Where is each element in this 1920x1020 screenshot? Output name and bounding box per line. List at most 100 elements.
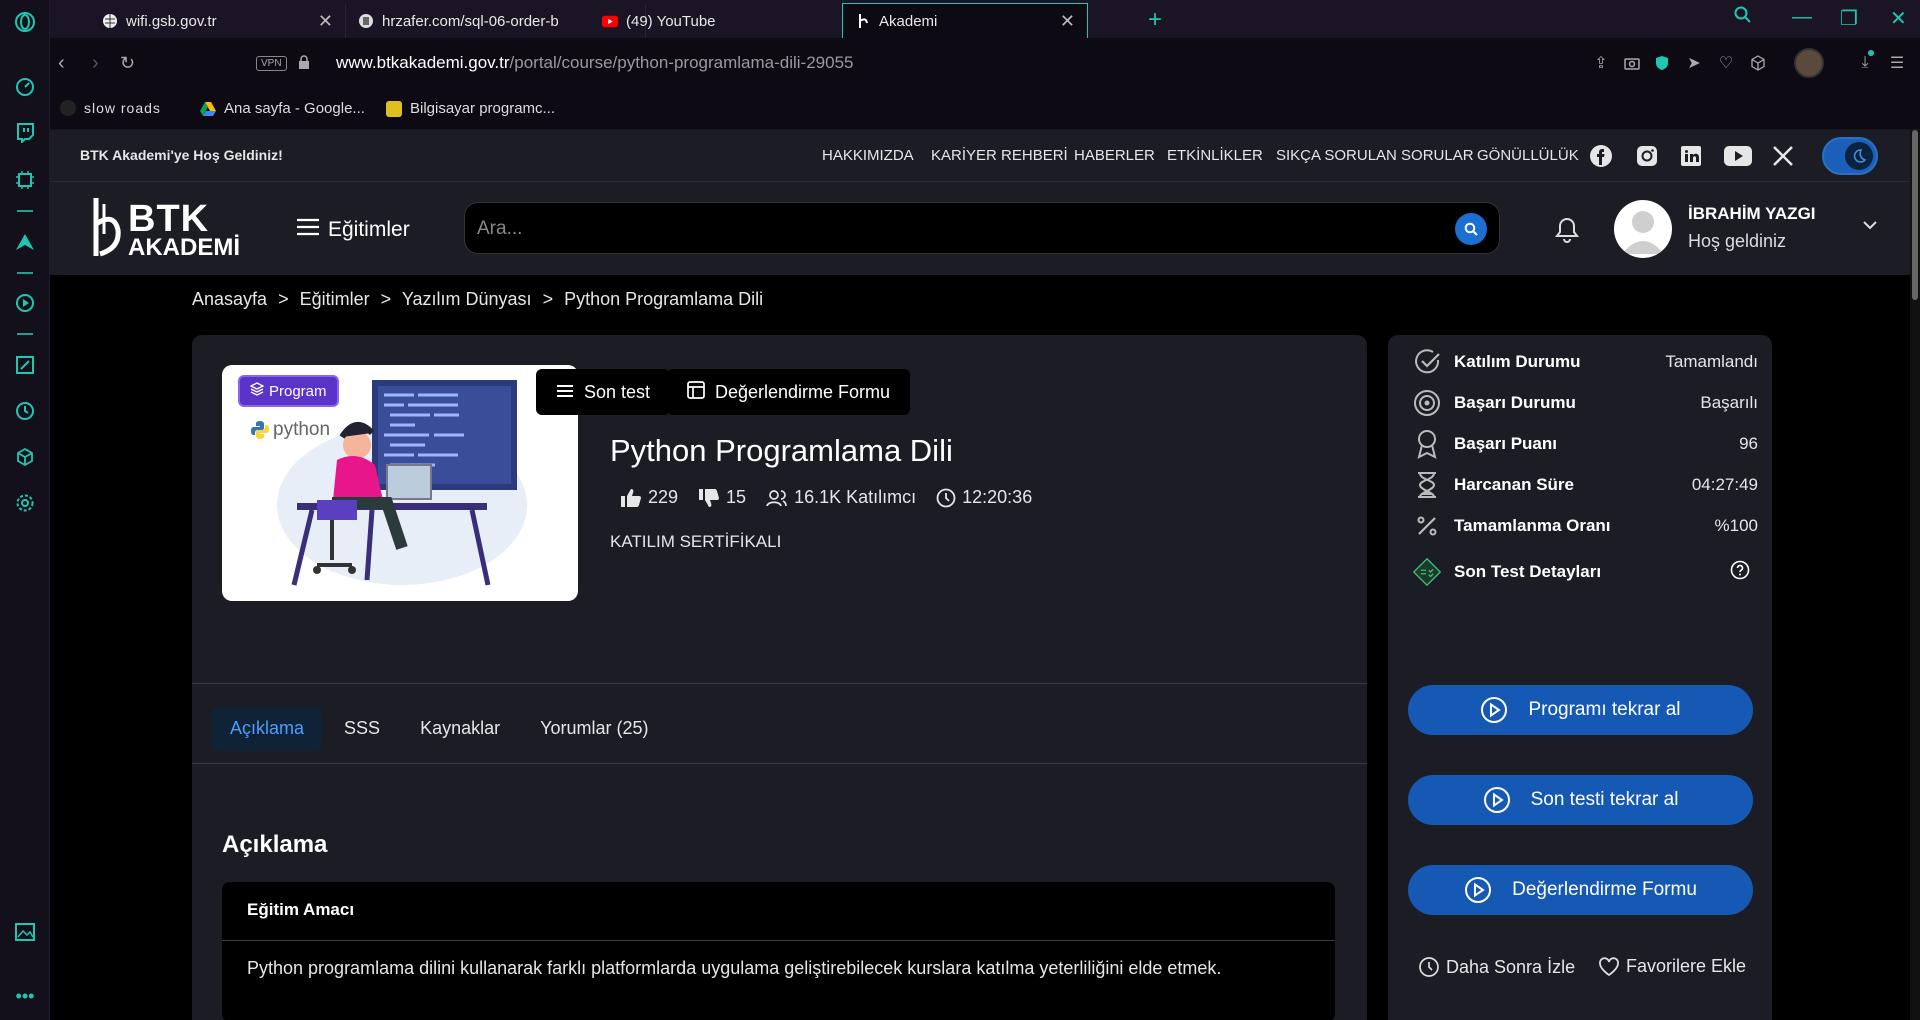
linkedin-icon[interactable]	[1678, 143, 1704, 169]
minimize-icon[interactable]: —	[1792, 6, 1812, 29]
share-icon[interactable]: ⇪	[1590, 52, 1612, 74]
facebook-icon[interactable]	[1588, 143, 1614, 169]
instagram-icon[interactable]	[1634, 143, 1660, 169]
youtube-social-icon[interactable]	[1723, 143, 1753, 169]
url-field[interactable]: www.btkakademi.gov.tr/portal/course/pyth…	[336, 53, 853, 73]
bookmark-label: Bilgisayar programc...	[410, 100, 556, 117]
retake-test-button[interactable]: Son testi tekrar al	[1408, 775, 1753, 825]
education-menu[interactable]: Eğitimler	[296, 218, 410, 242]
eval-form-label: Değerlendirme Formu	[715, 381, 891, 402]
opera-logo-icon[interactable]	[13, 10, 37, 34]
page-scrollbar[interactable]	[1910, 130, 1920, 1020]
close-icon[interactable]: ✕	[318, 11, 333, 32]
shield-icon[interactable]	[1651, 52, 1673, 74]
breadcrumb-item[interactable]: Anasayfa	[192, 289, 267, 309]
last-test-button[interactable]: Son test	[536, 369, 671, 415]
nav-gonulluluk[interactable]: GÖNÜLLÜLÜK	[1477, 147, 1579, 164]
retake-program-button[interactable]: Programı tekrar al	[1408, 685, 1753, 735]
bookmark-slow-roads[interactable]: slow roads	[60, 100, 161, 116]
search-button[interactable]	[1455, 213, 1487, 245]
nav-hakkimizda[interactable]: HAKKIMIZDA	[822, 147, 914, 164]
lock-icon[interactable]	[298, 55, 310, 75]
search-tabs-icon[interactable]	[1734, 6, 1752, 30]
cube-icon[interactable]	[1747, 52, 1769, 74]
play-circle-icon	[1465, 877, 1492, 903]
bell-icon[interactable]	[1554, 216, 1580, 249]
window-close-icon[interactable]: ✕	[1890, 6, 1907, 31]
easy-setup-icon[interactable]: ☰	[1886, 52, 1908, 74]
user-name[interactable]: İBRAHİM YAZGI	[1688, 204, 1816, 224]
profile-avatar[interactable]	[1794, 48, 1824, 78]
x-icon[interactable]	[1770, 143, 1796, 169]
status-label: Harcanan Süre	[1454, 475, 1574, 494]
divider	[192, 763, 1367, 764]
webpage: BTK Akademi'ye Hoş Geldiniz! HAKKIMIZDA …	[50, 130, 1910, 1020]
bookmark-bilgisayar[interactable]: Bilgisayar programc...	[386, 100, 555, 117]
help-icon[interactable]	[1730, 560, 1750, 585]
pinboard-icon[interactable]	[13, 353, 37, 377]
watch-later-button[interactable]: Daha Sonra İzle	[1418, 956, 1575, 978]
status-row-test[interactable]: Son Test Detayları	[1412, 555, 1758, 589]
back-icon[interactable]: ‹	[58, 52, 65, 75]
more-icon[interactable]: •••	[13, 984, 37, 1008]
thumbs-up-icon	[621, 488, 641, 507]
speed-dial-icon[interactable]	[13, 75, 37, 99]
reload-icon[interactable]: ↻	[120, 53, 135, 74]
eval-form-sidebar-button[interactable]: Değerlendirme Formu	[1408, 865, 1753, 915]
scrollbar-thumb[interactable]	[1912, 130, 1918, 300]
new-tab-icon[interactable]: +	[1148, 6, 1162, 34]
chevron-down-icon[interactable]	[1862, 217, 1878, 235]
vpn-badge[interactable]: VPN	[256, 56, 287, 71]
tab-yorumlar[interactable]: Yorumlar (25)	[522, 707, 666, 751]
btk-akademi-logo[interactable]: BTK AKADEMİ	[92, 194, 240, 264]
tab-aciklama[interactable]: Açıklama	[212, 707, 323, 751]
user-avatar[interactable]	[1614, 200, 1672, 258]
hamburger-icon	[296, 218, 320, 242]
search-input[interactable]	[477, 215, 1377, 243]
bookmark-google[interactable]: Ana sayfa - Google...	[200, 100, 365, 117]
favorites-button[interactable]: Favorilere Ekle	[1598, 956, 1746, 977]
heart-icon[interactable]: ♡	[1715, 52, 1737, 74]
restore-icon[interactable]: ❐	[1840, 6, 1858, 31]
player-icon[interactable]	[13, 291, 37, 315]
objective-text: Python programlama dilini kullanarak far…	[247, 958, 1222, 978]
breadcrumb-separator: >	[380, 289, 392, 309]
bookmark-icon	[386, 100, 402, 117]
likes[interactable]: 229	[620, 487, 678, 508]
dislikes[interactable]: 15	[698, 487, 746, 508]
send-icon[interactable]: ➤	[1683, 52, 1705, 74]
rail-divider	[17, 333, 33, 335]
tab-kaynaklar[interactable]: Kaynaklar	[402, 707, 518, 751]
settings-gear-icon[interactable]	[13, 491, 37, 515]
nav-sss[interactable]: SIKÇA SORULAN SORULAR	[1276, 147, 1474, 164]
objective-box: Eğitim Amacı Python programlama dilini k…	[222, 882, 1335, 1020]
close-icon[interactable]: ✕	[1060, 11, 1075, 32]
course-stats: 229 15 16.1K Katılımcı 12:20:36	[620, 487, 1052, 508]
nav-kariyer[interactable]: KARİYER REHBERİ	[931, 147, 1068, 164]
chip-icon[interactable]	[13, 168, 37, 192]
browser-sidebar: •••	[0, 0, 50, 1020]
breadcrumb-item[interactable]: Eğitimler	[300, 289, 370, 309]
twitch-icon[interactable]	[13, 121, 37, 145]
status-value: 96	[1739, 434, 1758, 453]
participants-count: 16.1K Katılımcı	[794, 487, 917, 507]
nav-etkinlikler[interactable]: ETKİNLİKLER	[1167, 147, 1263, 164]
tab-akademi[interactable]: Akademi ✕	[842, 3, 1088, 38]
camera-icon[interactable]	[1621, 52, 1643, 74]
extensions-cube-icon[interactable]	[13, 445, 37, 469]
welcome-text: BTK Akademi'ye Hoş Geldiniz!	[80, 147, 283, 163]
tab-wifi[interactable]: wifi.gsb.gov.tr ✕	[90, 4, 346, 38]
tab-sss[interactable]: SSS	[326, 707, 398, 751]
eval-form-button[interactable]: Değerlendirme Formu	[667, 369, 911, 415]
aria-icon[interactable]	[13, 230, 37, 254]
globe-icon	[102, 13, 118, 29]
gallery-icon[interactable]	[13, 920, 37, 944]
logo-text-bottom: AKADEMİ	[128, 234, 240, 261]
history-icon[interactable]	[13, 399, 37, 423]
download-badge	[1868, 50, 1874, 56]
breadcrumb-item[interactable]: Yazılım Dünyası	[402, 289, 532, 309]
clock-icon	[1419, 957, 1439, 977]
nav-haberler[interactable]: HABERLER	[1074, 147, 1155, 164]
forward-icon[interactable]: ›	[92, 52, 99, 75]
theme-toggle[interactable]	[1822, 137, 1878, 175]
